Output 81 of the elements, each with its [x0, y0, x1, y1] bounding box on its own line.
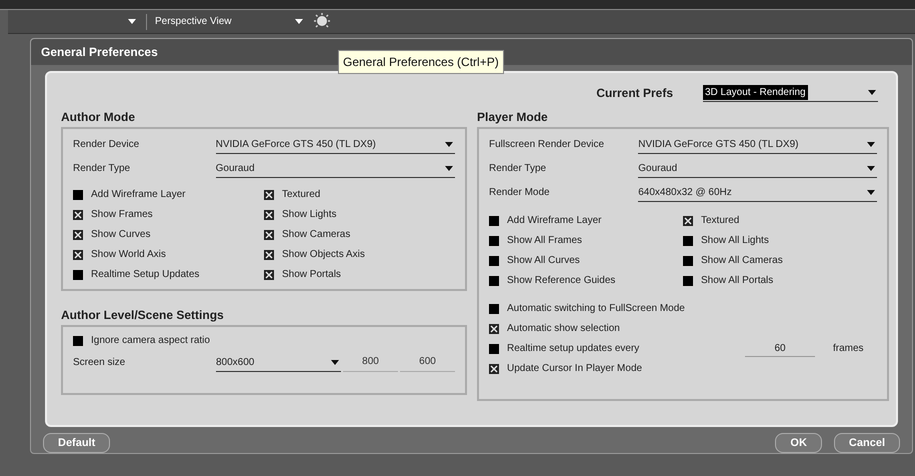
- checkbox-label: Textured: [701, 214, 740, 228]
- checkbox-label: Show All Cameras: [701, 254, 783, 268]
- checkbox[interactable]: [489, 364, 499, 374]
- checkbox[interactable]: [683, 276, 693, 286]
- width-field[interactable]: 800: [343, 354, 398, 372]
- tooltip: General Preferences (Ctrl+P): [338, 50, 504, 74]
- checkbox[interactable]: [73, 230, 83, 240]
- checkbox-label: Show All Curves: [507, 254, 580, 268]
- checkbox[interactable]: [264, 270, 274, 280]
- checkbox-label: Show All Frames: [507, 234, 582, 248]
- dropdown[interactable]: Gouraud: [216, 160, 455, 178]
- height-field[interactable]: 600: [400, 354, 455, 372]
- checkbox-label: Show Lights: [282, 208, 336, 222]
- checkbox[interactable]: [683, 216, 693, 226]
- caret-icon: [445, 142, 453, 147]
- checkbox[interactable]: [73, 250, 83, 260]
- checkbox[interactable]: [73, 270, 83, 280]
- checkbox[interactable]: [73, 210, 83, 220]
- checkbox-label: Automatic switching to FullScreen Mode: [507, 302, 685, 316]
- caret-icon: [867, 142, 875, 147]
- caret-icon: [868, 90, 876, 95]
- checkbox-label: Ignore camera aspect ratio: [91, 334, 210, 348]
- section-heading: Player Mode: [477, 108, 549, 126]
- checkbox[interactable]: [489, 304, 499, 314]
- checkbox-label: Show Cameras: [282, 228, 350, 242]
- checkbox-label: Add Wireframe Layer: [91, 188, 186, 202]
- dialog-button[interactable]: Default: [43, 433, 110, 453]
- checkbox-label: Realtime setup updates every: [507, 342, 640, 356]
- section-heading: Author Mode: [61, 108, 136, 126]
- checkbox[interactable]: [264, 190, 274, 200]
- dialog-button[interactable]: OK: [775, 433, 822, 453]
- checkbox[interactable]: [489, 344, 499, 354]
- field-label: Fullscreen Render Device: [489, 138, 606, 152]
- checkbox[interactable]: [73, 336, 83, 346]
- checkbox[interactable]: [264, 230, 274, 240]
- checkbox-label: Show World Axis: [91, 248, 166, 262]
- dropdown[interactable]: NVIDIA GeForce GTS 450 (TL DX9): [216, 136, 455, 154]
- unit-label: frames: [833, 342, 864, 356]
- dropdown-arrow-icon[interactable]: [295, 19, 303, 24]
- checkbox[interactable]: [264, 210, 274, 220]
- current-prefs-label: Current Prefs: [596, 84, 673, 102]
- checkbox-label: Show Frames: [91, 208, 153, 222]
- checkbox-label: Update Cursor In Player Mode: [507, 362, 642, 376]
- checkbox[interactable]: [264, 250, 274, 260]
- dialog-button[interactable]: Cancel: [834, 433, 900, 453]
- checkbox[interactable]: [489, 236, 499, 246]
- checkbox-label: Show All Lights: [701, 234, 769, 248]
- field-label: Screen size: [73, 356, 126, 370]
- caret-icon: [867, 190, 875, 195]
- checkbox-label: Show Curves: [91, 228, 150, 242]
- checkbox-label: Show Portals: [282, 268, 341, 282]
- caret-icon: [867, 166, 875, 171]
- checkbox-label: Show Reference Guides: [507, 274, 616, 288]
- checkbox-label: Textured: [282, 188, 320, 202]
- checkbox[interactable]: [489, 276, 499, 286]
- field-label: Render Device: [73, 138, 140, 152]
- checkbox-label: Add Wireframe Layer: [507, 214, 602, 228]
- field-label: Render Mode: [489, 186, 551, 200]
- checkbox[interactable]: [489, 324, 499, 334]
- checkbox-label: Show All Portals: [701, 274, 774, 288]
- dropdown[interactable]: NVIDIA GeForce GTS 450 (TL DX9): [638, 136, 877, 154]
- checkbox[interactable]: [683, 256, 693, 266]
- view-dropdown[interactable]: Perspective View: [155, 14, 295, 29]
- screen-size-dropdown[interactable]: 800x600: [216, 354, 341, 372]
- caret-icon: [331, 360, 339, 365]
- checkbox-label: Realtime Setup Updates: [91, 268, 200, 282]
- dropdown[interactable]: Gouraud: [638, 160, 877, 178]
- field-label: Render Type: [489, 162, 548, 176]
- checkbox[interactable]: [489, 256, 499, 266]
- dropdown[interactable]: 640x480x32 @ 60Hz: [638, 184, 877, 202]
- section-heading: Author Level/Scene Settings: [61, 306, 225, 324]
- checkbox-label: Automatic show selection: [507, 322, 620, 336]
- caret-icon: [445, 166, 453, 171]
- checkbox-label: Show Objects Axis: [282, 248, 365, 262]
- dropdown-arrow-icon[interactable]: [128, 19, 136, 24]
- field-label: Render Type: [73, 162, 132, 176]
- dialog-title: General Preferences: [41, 44, 158, 61]
- frames-field[interactable]: 60: [745, 340, 815, 357]
- checkbox[interactable]: [683, 236, 693, 246]
- checkbox[interactable]: [489, 216, 499, 226]
- checkbox[interactable]: [73, 190, 83, 200]
